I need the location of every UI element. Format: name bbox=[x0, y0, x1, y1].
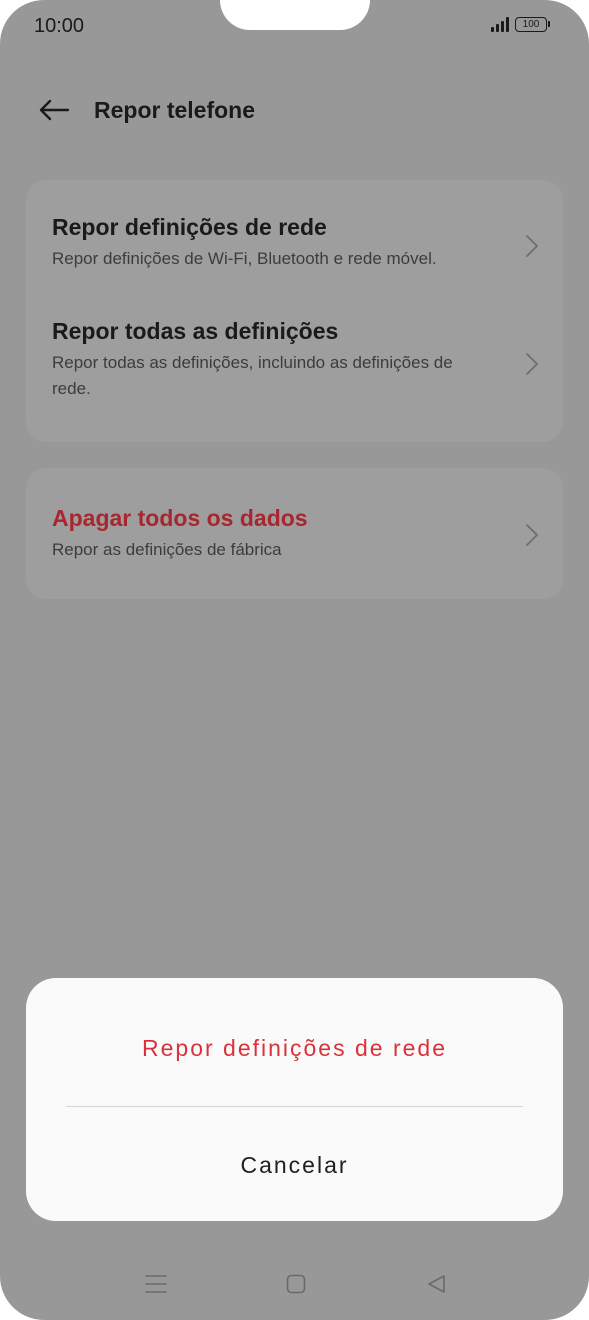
confirm-bottom-sheet: Repor definições de rede Cancelar bbox=[26, 978, 563, 1221]
navigation-bar bbox=[0, 1262, 589, 1306]
reset-all-settings-item[interactable]: Repor todas as definições Repor todas as… bbox=[26, 316, 563, 402]
cancel-button[interactable]: Cancelar bbox=[26, 1152, 563, 1179]
chevron-right-icon bbox=[526, 235, 538, 257]
back-button[interactable] bbox=[34, 90, 74, 130]
item-subtitle: Repor as definições de fábrica bbox=[52, 540, 282, 559]
square-home-icon bbox=[286, 1274, 306, 1294]
back-nav-button[interactable] bbox=[414, 1262, 458, 1306]
status-time: 10:00 bbox=[34, 15, 85, 37]
reset-options-card: Repor definições de rede Repor definiçõe… bbox=[26, 180, 563, 442]
sheet-divider bbox=[66, 1106, 523, 1107]
status-bar: 10:00 100 bbox=[0, 0, 589, 52]
phone-screen: 10:00 100 Repor telefone Repor definiçõe… bbox=[0, 0, 589, 1320]
item-subtitle: Repor todas as definições, incluindo as … bbox=[52, 353, 453, 398]
app-header: Repor telefone bbox=[0, 84, 589, 136]
item-title: Repor todas as definições bbox=[52, 318, 339, 344]
chevron-right-icon bbox=[526, 353, 538, 375]
item-title: Repor definições de rede bbox=[52, 214, 327, 240]
battery-icon: 100 bbox=[515, 16, 550, 32]
arrow-left-icon bbox=[39, 99, 70, 121]
menu-icon bbox=[145, 1275, 167, 1293]
chevron-right-icon bbox=[526, 524, 538, 546]
home-button[interactable] bbox=[274, 1262, 318, 1306]
recent-apps-button[interactable] bbox=[134, 1262, 178, 1306]
item-title: Apagar todos os dados bbox=[52, 505, 308, 531]
status-icons: 100 bbox=[491, 16, 550, 32]
triangle-back-icon bbox=[428, 1275, 445, 1293]
item-subtitle: Repor definições de Wi-Fi, Bluetooth e r… bbox=[52, 249, 437, 268]
confirm-reset-network-button[interactable]: Repor definições de rede bbox=[26, 1035, 563, 1062]
signal-icon bbox=[491, 16, 509, 32]
battery-level: 100 bbox=[522, 18, 540, 30]
erase-all-data-item[interactable]: Apagar todos os dados Repor as definiçõe… bbox=[26, 503, 563, 563]
page-title: Repor telefone bbox=[94, 96, 256, 123]
erase-data-card: Apagar todos os dados Repor as definiçõe… bbox=[26, 468, 563, 599]
reset-network-settings-item[interactable]: Repor definições de rede Repor definiçõe… bbox=[26, 212, 563, 272]
